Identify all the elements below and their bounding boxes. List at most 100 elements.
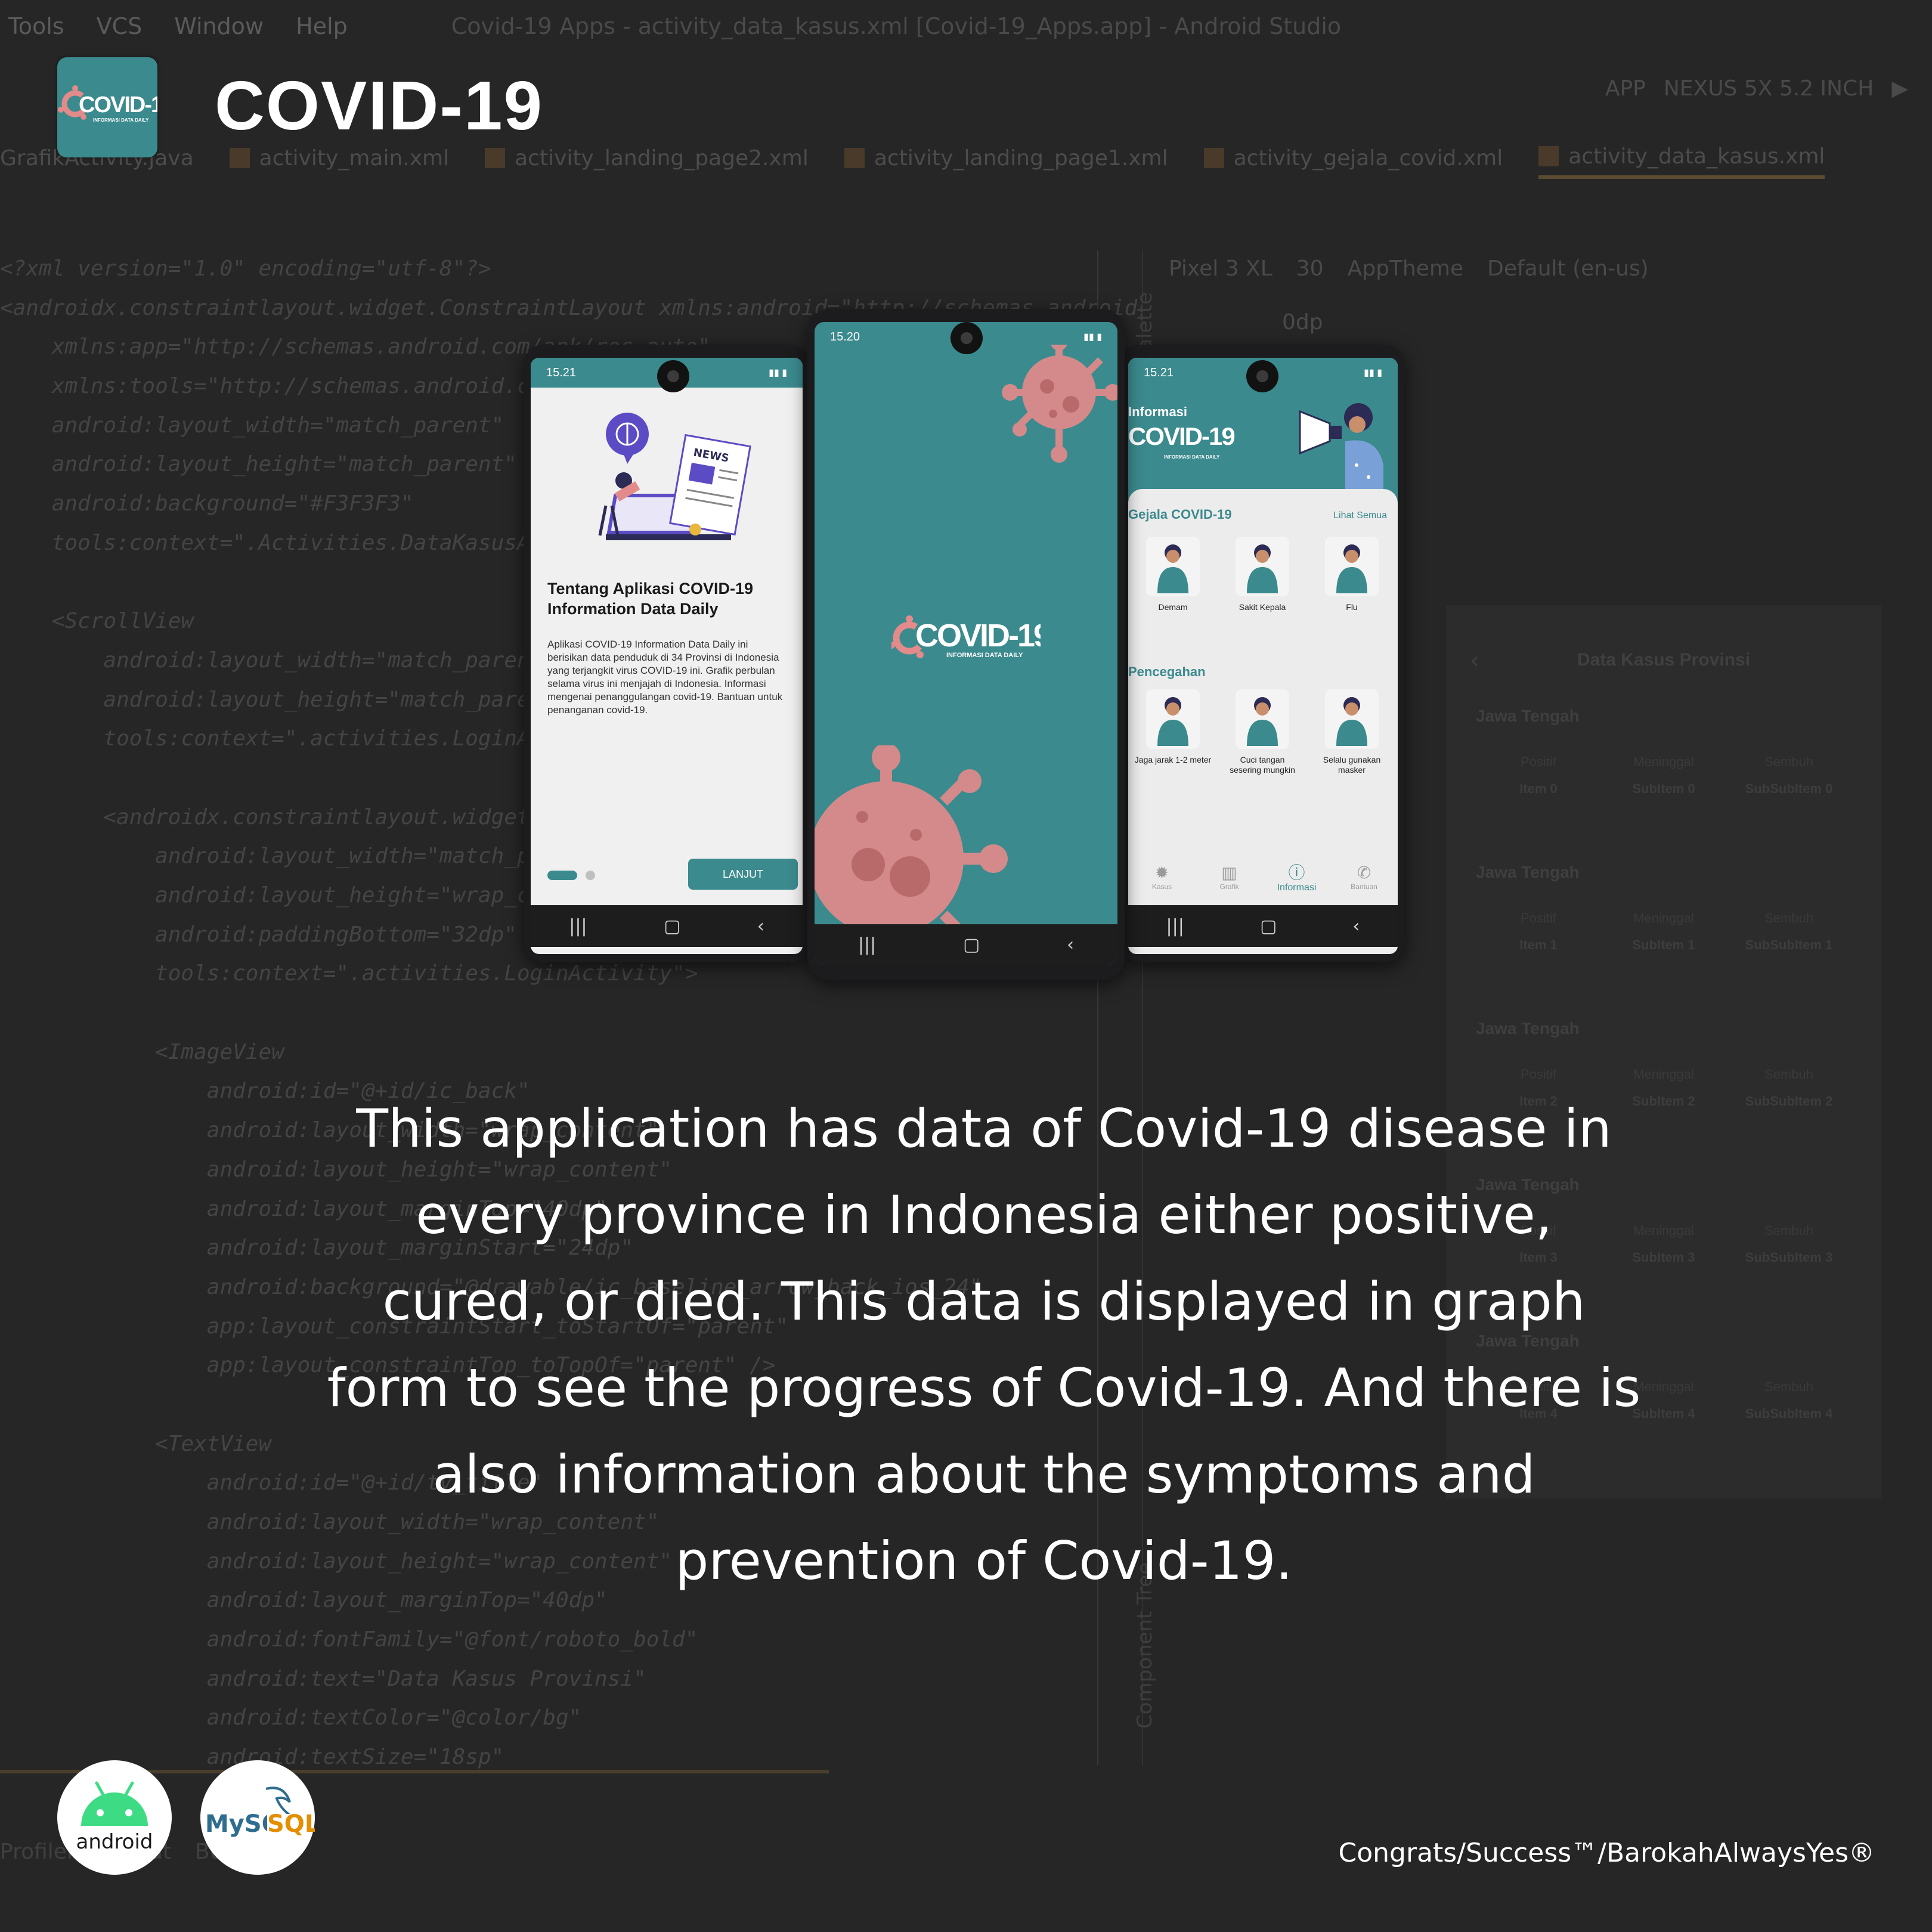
nav-label: Grafik [1219,883,1239,891]
symptom-card[interactable]: Flu [1313,537,1391,638]
nav-item-grafik[interactable]: ▥ Grafik [1196,863,1263,903]
bottom-navigation: ✹ Kasus ▥ Grafik ⓘ Informasi ✆ Bantuan [1128,861,1398,905]
status-icons: ▮▮ ▮ [769,368,787,378]
prevention-card[interactable]: Cuci tangan sesering mungkin [1224,689,1301,791]
recents-icon[interactable]: ||| [858,934,876,955]
description-line: prevention of Covid-19. [675,1530,1293,1592]
camera-notch [1246,360,1278,392]
preview-column-label: Meninggal [1633,1067,1694,1082]
mysql-badge: MySQL SQL [200,1760,320,1875]
ide-toolbar: APP NEXUS 5X 5.2 INCH ▶ [1605,76,1908,101]
description-line: form to see the progress of Covid-19. An… [327,1357,1641,1419]
system-navbar: ||| ▢ ‹ [815,924,1117,965]
ide-design-bar-2: 0dp [1282,310,1323,335]
svg-text:android: android [76,1830,153,1854]
preview-column-label: Meninggal [1633,754,1694,769]
preview-title: Data Kasus Provinsi [1577,650,1751,670]
see-all-link[interactable]: Lihat Semua [1333,510,1387,521]
back-icon[interactable]: ‹ [757,916,764,937]
prevention-title: Pencegahan [1128,664,1206,679]
ide-run-config: APP [1605,76,1646,101]
svg-text:SQL: SQL [267,1810,315,1838]
preview-province-card: Jawa Tengah Positif Item 1 Meninggal SubItem… [1476,863,1852,982]
home-icon[interactable]: ▢ [664,916,680,937]
nav-item-bantuan[interactable]: ✆ Bantuan [1330,863,1398,903]
run-icon: ▶ [1891,76,1908,101]
splash-logo: COVID-19 INFORMASI DATA DAILY [815,607,1117,675]
symptom-label: Flu [1346,602,1358,612]
prevention-icon [1146,689,1200,749]
svg-text:COVID-19: COVID-19 [79,92,157,117]
home-icon[interactable]: ▢ [963,934,980,955]
xml-file-icon [1538,146,1559,166]
preview-province-name: Jawa Tengah [1476,707,1580,725]
prevention-card[interactable]: Selalu gunakan masker [1313,689,1391,791]
phone-right: 15.21 ▮▮ ▮ Informasi COVID-19 INFORMASI … [1121,345,1405,962]
preview-value: SubItem 0 [1632,781,1695,796]
ide-menu-tools: Tools [8,13,64,39]
recents-icon[interactable]: ||| [569,916,587,937]
preview-column-label: Positif [1521,1067,1556,1082]
preview-value: SubItem 1 [1632,937,1695,952]
splash-screen: 15.20 ▮▮ ▮ COVID-19 INFORMASI DATA DAILY… [815,322,1117,965]
nav-label: Informasi [1277,883,1317,893]
news-illustration: NEWS [598,413,751,540]
page-indicator-inactive [586,871,595,880]
preview-value: SubSubItem 1 [1745,937,1833,952]
recents-icon[interactable]: ||| [1166,916,1184,937]
ide-device-select: NEXUS 5X 5.2 INCH [1663,76,1874,101]
status-time: 15.21 [546,366,577,379]
svg-text:INFORMASI DATA DAILY: INFORMASI DATA DAILY [946,652,1023,659]
system-navbar: ||| ▢ ‹ [531,905,803,947]
virus-top-icon [1002,345,1117,463]
back-icon[interactable]: ‹ [1352,916,1360,937]
preview-value: Item 1 [1519,937,1558,952]
status-icons: ▮▮ ▮ [1364,368,1382,378]
ide-design-bar: Pixel 3 XL 30 AppTheme Default (en-us) [1169,256,1649,281]
xml-file-icon [1203,148,1224,168]
preview-column-label: Sembuh [1764,754,1813,769]
home-icon[interactable]: ▢ [1260,916,1277,937]
prevention-card[interactable]: Jaga jarak 1-2 meter [1134,689,1212,791]
person-icon [1146,537,1200,596]
phone-center: 15.20 ▮▮ ▮ COVID-19 INFORMASI DATA DAILY… [807,309,1125,980]
nav-item-kasus[interactable]: ✹ Kasus [1128,863,1196,903]
ide-tab: activity_gejala_covid.xml [1203,137,1503,179]
info-logo: COVID-19 [1128,422,1236,450]
xml-file-icon [844,148,865,168]
description-line: also information about the symptoms and [432,1444,1535,1505]
symptom-label: Sakit Kepala [1239,602,1286,612]
status-time: 15.21 [1144,366,1174,379]
system-navbar: ||| ▢ ‹ [1128,905,1398,947]
info-icon: ⓘ [1288,863,1305,882]
symptom-card[interactable]: Sakit Kepala [1224,537,1301,638]
preview-column-label: Sembuh [1764,911,1813,925]
ide-menu-window: Window [174,13,264,39]
nav-label: Kasus [1151,883,1172,891]
preview-province-name: Jawa Tengah [1476,863,1580,881]
description-line: cured, or died. This data is displayed i… [382,1271,1586,1332]
android-badge: android [57,1760,172,1875]
preview-value: Item 0 [1519,781,1558,796]
next-button[interactable]: LANJUT [688,859,798,890]
preview-column-label: Positif [1521,754,1556,769]
chart-icon: ▥ [1221,863,1237,882]
description-line: every province in Indonesia either posit… [416,1184,1552,1246]
camera-notch [657,360,689,392]
phone-left: 15.21 ▮▮ ▮ NEWS Tentang Aplikasi COVID-1… [524,345,810,962]
xml-file-icon [485,148,506,168]
status-icons: ▮▮ ▮ [1083,332,1102,342]
ide-menu-help: Help [296,13,348,39]
back-icon[interactable]: ‹ [1067,934,1074,955]
code-line: android:fontFamily="@font/roboto_bold" [0,1627,698,1652]
nav-item-informasi[interactable]: ⓘ Informasi [1263,863,1330,903]
info-logo-subtitle: INFORMASI DATA DAILY [1164,454,1220,460]
preview-column-label: Sembuh [1764,1067,1813,1082]
ide-menu-vcs: VCS [96,13,143,39]
ide-tab-active: activity_data_kasus.xml [1538,137,1825,179]
covid-logo-icon: COVID-19 INFORMASI DATA DAILY [888,615,1052,659]
symptom-card[interactable]: Demam [1134,537,1212,638]
information-screen: 15.21 ▮▮ ▮ Informasi COVID-19 INFORMASI … [1128,358,1398,954]
preview-value: SubSubItem 0 [1745,781,1833,796]
